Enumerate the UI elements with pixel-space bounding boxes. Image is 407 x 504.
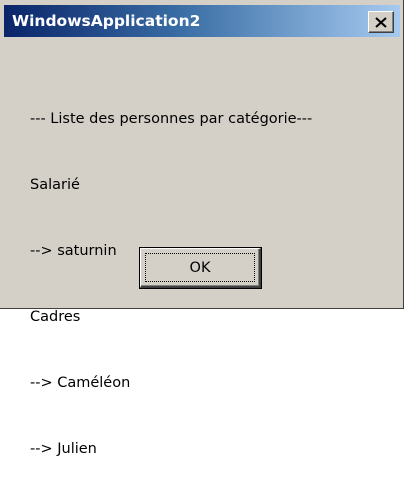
close-icon xyxy=(375,16,387,28)
message-line-category-cadres: Cadres xyxy=(30,309,81,325)
message-line-header: --- Liste des personnes par catégorie--- xyxy=(30,111,313,127)
close-button[interactable] xyxy=(368,11,394,33)
ok-button[interactable]: OK xyxy=(139,247,262,289)
message-line-category-salarie: Salarié xyxy=(30,177,80,193)
message-line-person: --> Caméléon xyxy=(30,375,131,391)
message-line-person: --> Julien xyxy=(30,441,97,457)
title-bar[interactable]: WindowsApplication2 xyxy=(4,5,400,37)
window-title: WindowsApplication2 xyxy=(12,12,201,30)
ok-button-label: OK xyxy=(189,259,211,276)
message-box-window: WindowsApplication2 --- Liste des person… xyxy=(0,0,404,457)
